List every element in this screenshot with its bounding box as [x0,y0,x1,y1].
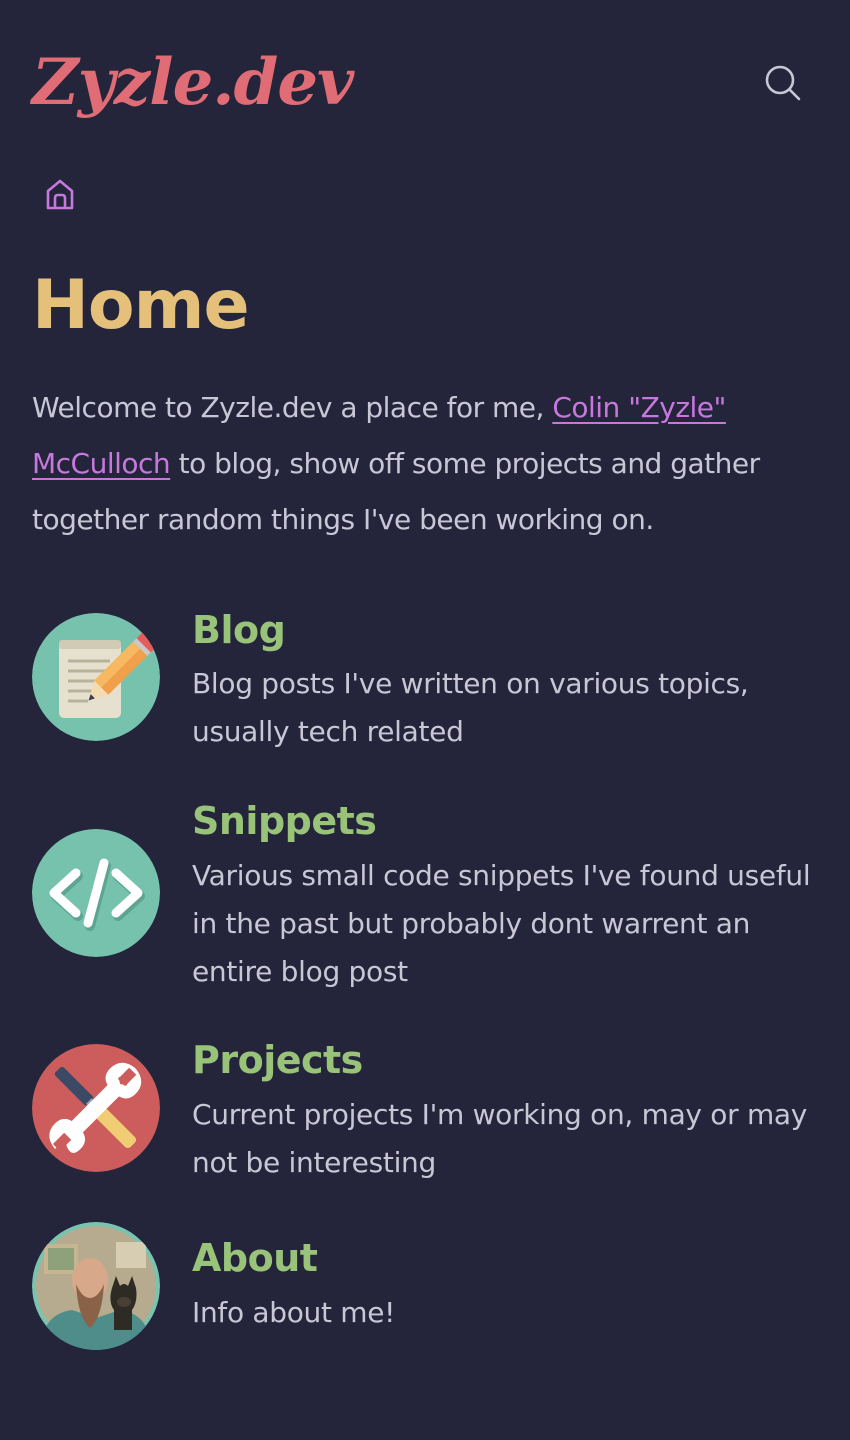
home-icon [46,179,74,210]
search-icon[interactable] [760,60,804,104]
section-card-blog[interactable]: Blog Blog posts I've written on various … [32,604,822,754]
section-description-projects: Current projects I'm working on, may or … [192,1098,808,1179]
section-card-about[interactable]: About Info about me! [32,1222,822,1356]
site-logo[interactable]: Zyzle.dev [32,38,354,128]
section-description-about: Info about me! [192,1296,396,1329]
intro-text: Welcome to Zyzle.dev a place for me, Col… [32,380,822,548]
section-title-projects: Projects [192,1038,363,1082]
section-title-blog: Blog [192,608,286,652]
tools-icon [32,1044,160,1172]
section-title-snippets: Snippets [192,799,377,843]
section-description-snippets: Various small code snippets I've found u… [192,859,811,988]
site-header: Zyzle.dev [0,0,850,160]
code-icon [32,829,160,957]
breadcrumb-home[interactable] [40,174,80,214]
section-card-projects[interactable]: Projects Current projects I'm working on… [32,1034,822,1184]
page-title: Home [32,266,250,345]
notepad-pencil-icon [32,613,160,741]
intro-text-before: Welcome to Zyzle.dev a place for me, [32,391,553,424]
avatar-photo [32,1222,160,1350]
section-card-snippets[interactable]: Snippets Various small code snippets I'v… [32,795,822,995]
section-description-blog: Blog posts I've written on various topic… [192,667,749,748]
section-title-about: About [192,1236,318,1280]
